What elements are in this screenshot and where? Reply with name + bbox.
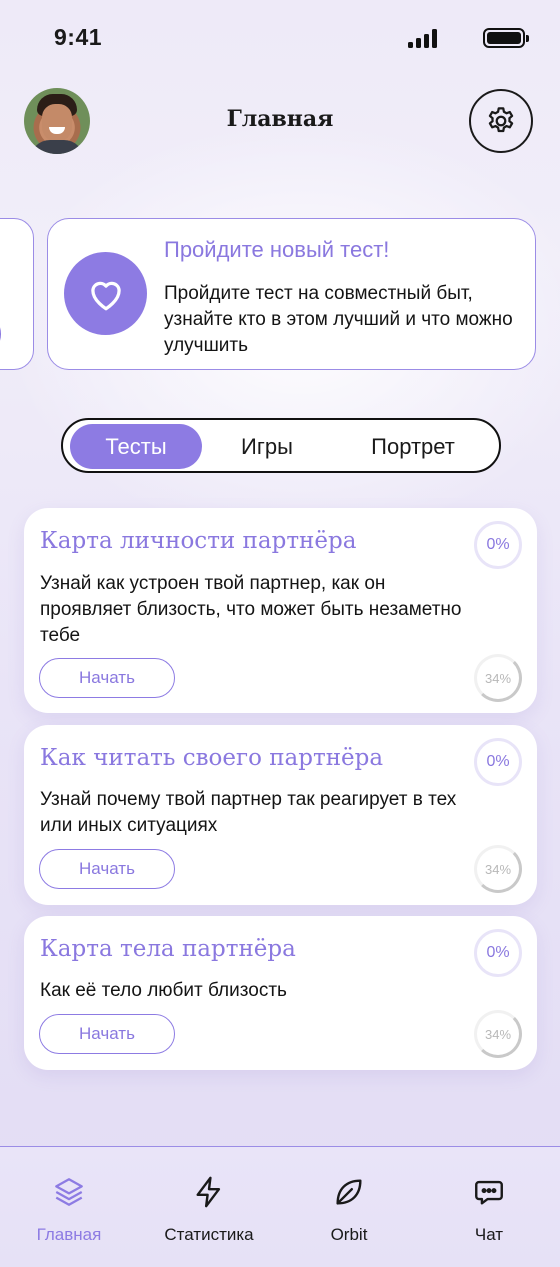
tab-portrait[interactable]: Портрет: [331, 424, 495, 469]
promo-card-previous[interactable]: [0, 218, 34, 370]
tab-tests[interactable]: Тесты: [70, 424, 202, 469]
secondary-progress-ring: 34%: [474, 845, 522, 893]
tab-games[interactable]: Игры: [208, 424, 326, 469]
secondary-progress-ring: 34%: [474, 654, 522, 702]
segmented-control: Тесты Игры Портрет: [61, 418, 501, 473]
page-title: Главная: [226, 106, 334, 132]
test-card[interactable]: Карта личности партнёра 0% Узнай как уст…: [24, 508, 537, 713]
leaf-icon: [336, 1179, 362, 1205]
nav-label: Orbit: [330, 1225, 368, 1244]
nav-label: Чат: [474, 1225, 504, 1244]
status-bar: 9:41: [0, 0, 560, 78]
nav-label: Статистика: [164, 1225, 254, 1244]
progress-ring: 0%: [474, 521, 522, 569]
test-card-title: Карта тела партнёра: [40, 936, 296, 962]
nav-label: Главная: [36, 1225, 102, 1244]
chat-icon: [475, 1180, 503, 1205]
gear-icon: [488, 107, 514, 133]
battery-icon: [483, 28, 529, 48]
test-card-description: Узнай почему твой партнер так реагирует …: [40, 789, 457, 836]
promo-text: Пройдите тест на совместный быт, узнайте…: [164, 283, 513, 356]
nav-item-statistics[interactable]: Статистика: [144, 1175, 274, 1245]
status-time: 9:41: [54, 24, 103, 50]
test-card-description: Узнай как устроен твой партнер, как он п…: [40, 573, 462, 646]
promo-icon-circle: [64, 252, 147, 335]
promo-title: Пройдите новый тест!: [164, 237, 390, 262]
test-card-title: Как читать своего партнёра: [40, 745, 384, 771]
progress-ring: 0%: [474, 738, 522, 786]
avatar[interactable]: [24, 88, 90, 154]
layers-icon: [55, 1178, 83, 1206]
start-button[interactable]: Начать: [39, 658, 175, 698]
start-button[interactable]: Начать: [39, 1014, 175, 1054]
start-button[interactable]: Начать: [39, 849, 175, 889]
signal-icon: [408, 29, 438, 48]
test-card[interactable]: Как читать своего партнёра 0% Узнай поче…: [24, 725, 537, 905]
test-card-description: Как её тело любит близость: [40, 980, 287, 1001]
lightning-icon: [196, 1176, 221, 1208]
test-card-title: Карта личности партнёра: [40, 528, 357, 554]
nav-item-chat[interactable]: Чат: [424, 1175, 554, 1245]
secondary-progress-ring: 34%: [474, 1010, 522, 1058]
nav-item-orbit[interactable]: Orbit: [284, 1175, 414, 1245]
promo-card[interactable]: Пройдите новый тест! Пройдите тест на со…: [47, 218, 536, 370]
progress-ring: 0%: [474, 929, 522, 977]
settings-button[interactable]: [469, 89, 533, 153]
nav-item-home[interactable]: Главная: [4, 1175, 134, 1245]
test-card[interactable]: Карта тела партнёра 0% Как её тело любит…: [24, 916, 537, 1070]
heart-icon: [90, 281, 121, 310]
bottom-nav: Главная Статистика Orbit Чат: [0, 1146, 560, 1267]
